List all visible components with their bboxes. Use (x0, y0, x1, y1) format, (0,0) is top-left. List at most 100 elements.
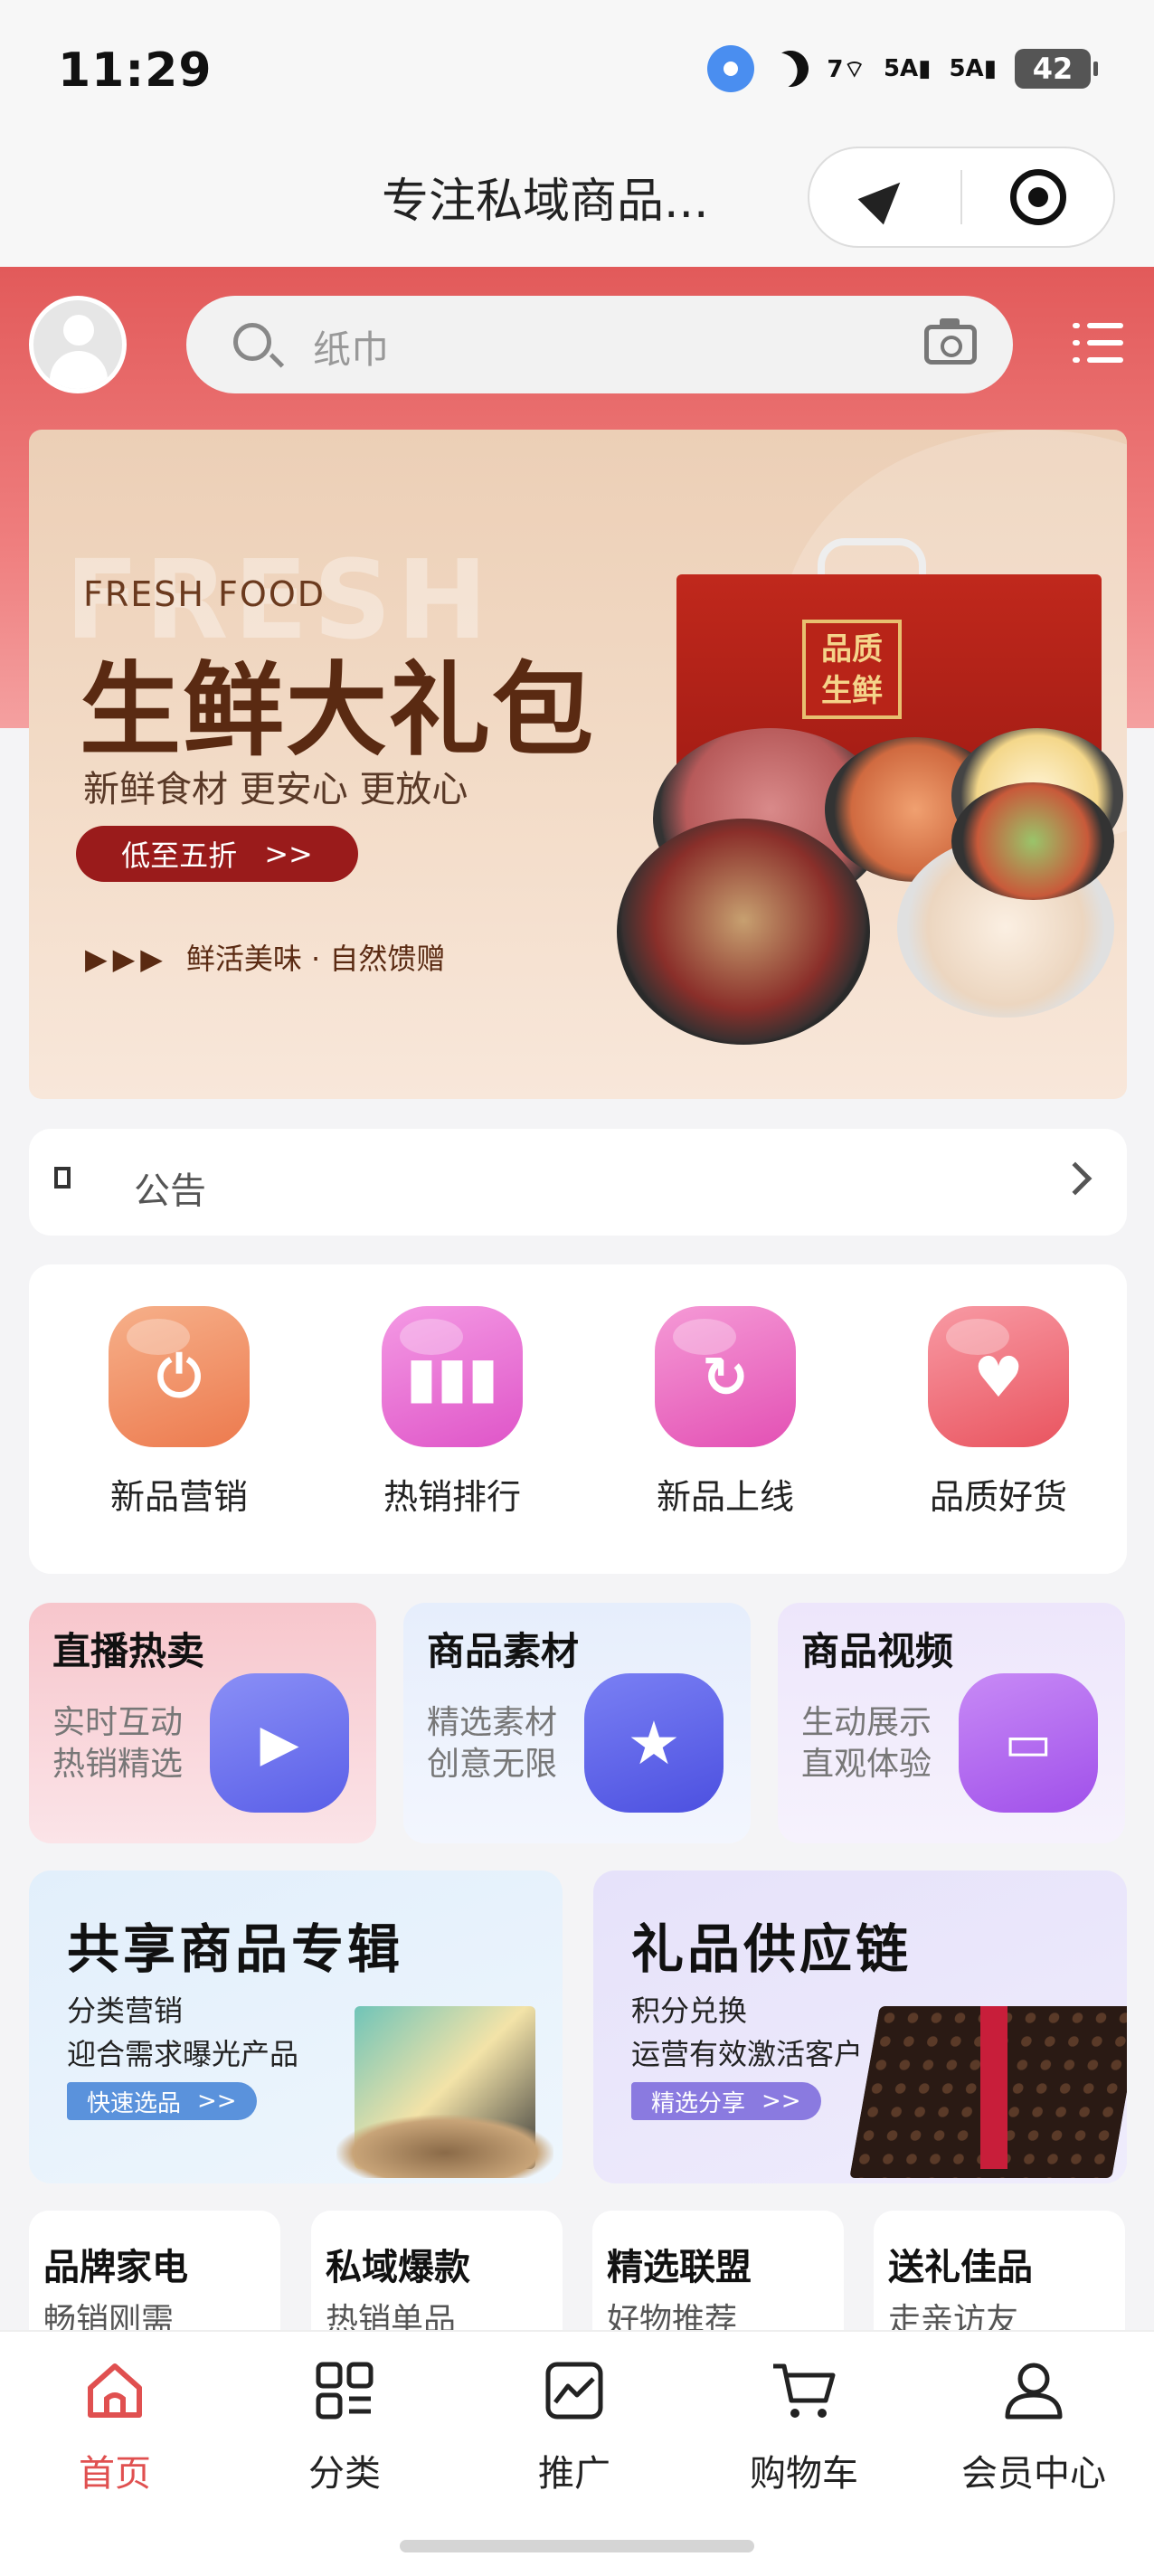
feature-sub-line: 生动展示 (801, 1704, 932, 1741)
promo-button-arrow: >> (761, 2088, 801, 2115)
search-input[interactable]: 纸巾 (186, 296, 1013, 393)
gift-ribbon-icon (980, 2006, 1007, 2169)
tagline-arrows: ▶▶▶ (85, 942, 168, 976)
quick-select-button[interactable]: 快速选品 >> (67, 2082, 257, 2120)
category-gift-picks[interactable]: 送礼佳品 走亲访友 (874, 2211, 1125, 2337)
promo-line: 分类营销 (67, 1994, 184, 2028)
mini-program-capsule (808, 147, 1115, 248)
tab-member-center[interactable]: 会员中心 (919, 2350, 1149, 2495)
tab-label: 推广 (538, 2453, 610, 2495)
quick-entry-grid: ⏻ 新品营销 ▮▮▮ 热销排行 ↻ 新品上线 ♥ 品质好货 (29, 1264, 1127, 1574)
tab-promotion[interactable]: 推广 (459, 2350, 689, 2495)
feature-title: 商品素材 (427, 1629, 580, 1673)
signal-label-1: 5A (883, 55, 919, 82)
heart-icon: ♥ (928, 1306, 1069, 1447)
category-brand-appliances[interactable]: 品牌家电 畅销刚需 (29, 2211, 280, 2337)
promo-banner[interactable]: FRESH FRESH FOOD 生鲜大礼包 新鲜食材 更安心 更放心 低至五折… (29, 430, 1127, 1099)
notice-label: 公告 (134, 1170, 206, 1212)
signal-icon-2: 5A▮ (949, 55, 997, 82)
featured-share-button[interactable]: 精选分享 >> (631, 2082, 821, 2120)
home-icon (88, 2363, 142, 2418)
page-title: 专注私域商品... (382, 175, 709, 229)
signal-icon-1: 5A▮ (883, 55, 932, 82)
vegetable-plate-image (951, 782, 1114, 900)
tab-home[interactable]: 首页 (0, 2350, 230, 2495)
do-not-disturb-icon (766, 44, 816, 94)
grid-item-quality-goods[interactable]: ♥ 品质好货 (863, 1306, 1134, 1541)
wifi-label: 7 (827, 55, 844, 83)
close-mini-program-button[interactable] (962, 148, 1113, 246)
notice-bar[interactable]: 公告 (29, 1129, 1127, 1236)
pill-arrow: >> (264, 837, 313, 871)
category-private-hits[interactable]: 私域爆款 热销单品 (311, 2211, 563, 2337)
promo-title: 共享商品专辑 (67, 1918, 404, 1980)
category-title: 品牌家电 (43, 2247, 188, 2288)
banner-tagline: ▶▶▶ 鲜活美味 · 自然馈赠 (85, 936, 445, 978)
wifi-icon: 7⌔ (827, 55, 866, 83)
user-icon (1005, 2363, 1063, 2420)
signal-label-2: 5A (949, 55, 984, 82)
grid-item-new-arrivals[interactable]: ↻ 新品上线 (590, 1306, 861, 1541)
category-grid-icon (316, 2362, 374, 2420)
grid-label: 新品营销 (109, 1477, 248, 1517)
avatar[interactable] (29, 296, 127, 393)
menu-list-icon[interactable] (1073, 319, 1123, 366)
bottom-tab-bar: 首页 分类 推广 购物车 会员中心 (0, 2330, 1154, 2576)
banner-discount-pill[interactable]: 低至五折 >> (76, 826, 358, 882)
grid-item-hot-ranking[interactable]: ▮▮▮ 热销排行 (317, 1306, 588, 1541)
promo-shared-album[interactable]: 共享商品专辑 分类营销 迎合需求曝光产品 快速选品 >> (29, 1870, 563, 2183)
category-selected-alliance[interactable]: 精选联盟 好物推荐 (592, 2211, 844, 2337)
promo-line: 迎合需求曝光产品 (67, 2037, 299, 2071)
promo-button-label: 精选分享 (651, 2089, 746, 2117)
grid-label: 新品上线 (656, 1477, 794, 1517)
feature-title: 直播热卖 (52, 1629, 205, 1673)
grid-item-new-marketing[interactable]: ⏻ 新品营销 (43, 1306, 315, 1541)
feature-subtitle: 精选素材 创意无限 (427, 1702, 557, 1785)
status-bar: 11:29 7⌔ 5A▮ 5A▮ 42 (0, 0, 1154, 136)
location-icon (707, 45, 755, 92)
camera-icon[interactable] (924, 318, 977, 365)
monitor-icon: ▭ (959, 1673, 1098, 1813)
promo-line: 积分兑换 (631, 1994, 748, 2028)
fish-plate-image (617, 819, 870, 1045)
tab-cart[interactable]: 购物车 (689, 2350, 919, 2495)
pill-text: 低至五折 (121, 838, 238, 873)
promo-title: 礼品供应链 (631, 1918, 913, 1980)
feature-sub-line: 精选素材 (427, 1704, 558, 1741)
feature-product-video[interactable]: 商品视频 生动展示 直观体验 ▭ (778, 1603, 1125, 1843)
feature-product-material[interactable]: 商品素材 精选素材 创意无限 ★ (403, 1603, 751, 1843)
battery-level: 42 (1032, 52, 1074, 86)
feature-sub-line: 实时互动 (52, 1704, 184, 1741)
banner-english-title: FRESH FOOD (83, 574, 326, 614)
grid-label: 热销排行 (383, 1477, 521, 1517)
category-title: 私域爆款 (326, 2247, 470, 2288)
refresh-icon: ↻ (655, 1306, 796, 1447)
banner-title: 生鲜大礼包 (80, 652, 595, 770)
power-icon: ⏻ (109, 1306, 250, 1447)
star-icon: ★ (584, 1673, 724, 1813)
category-title: 送礼佳品 (888, 2247, 1033, 2288)
promo-gift-supply-chain[interactable]: 礼品供应链 积分兑换 运营有效激活客户 精选分享 >> (593, 1870, 1127, 2183)
tagline-text: 鲜活美味 · 自然馈赠 (185, 942, 446, 976)
gift-box-label: 品质 生鲜 (802, 620, 902, 719)
grid-label: 品质好货 (929, 1477, 1067, 1517)
navigation-arrow-icon (857, 169, 913, 225)
feature-live-selling[interactable]: 直播热卖 实时互动 热销精选 ▶ (29, 1603, 376, 1843)
home-indicator[interactable] (400, 2540, 754, 2552)
clock: 11:29 (58, 43, 213, 98)
mushroom-pile-image (336, 2115, 553, 2178)
battery-icon: 42 (1015, 49, 1098, 89)
feature-sub-line: 创意无限 (427, 1746, 558, 1783)
tab-label: 分类 (308, 2453, 381, 2495)
tab-category[interactable]: 分类 (230, 2350, 459, 2495)
share-location-button[interactable] (809, 148, 960, 246)
tab-label: 首页 (79, 2453, 151, 2495)
promo-line: 运营有效激活客户 (631, 2037, 864, 2071)
category-title: 精选联盟 (607, 2247, 752, 2288)
promotion-chart-icon (545, 2362, 603, 2420)
feature-sub-line: 直观体验 (801, 1746, 932, 1783)
banner-subtitle: 新鲜食材 更安心 更放心 (83, 769, 468, 810)
feature-title: 商品视频 (801, 1629, 954, 1673)
bar-chart-icon: ▮▮▮ (382, 1306, 523, 1447)
chevron-right-icon (1058, 1161, 1093, 1196)
